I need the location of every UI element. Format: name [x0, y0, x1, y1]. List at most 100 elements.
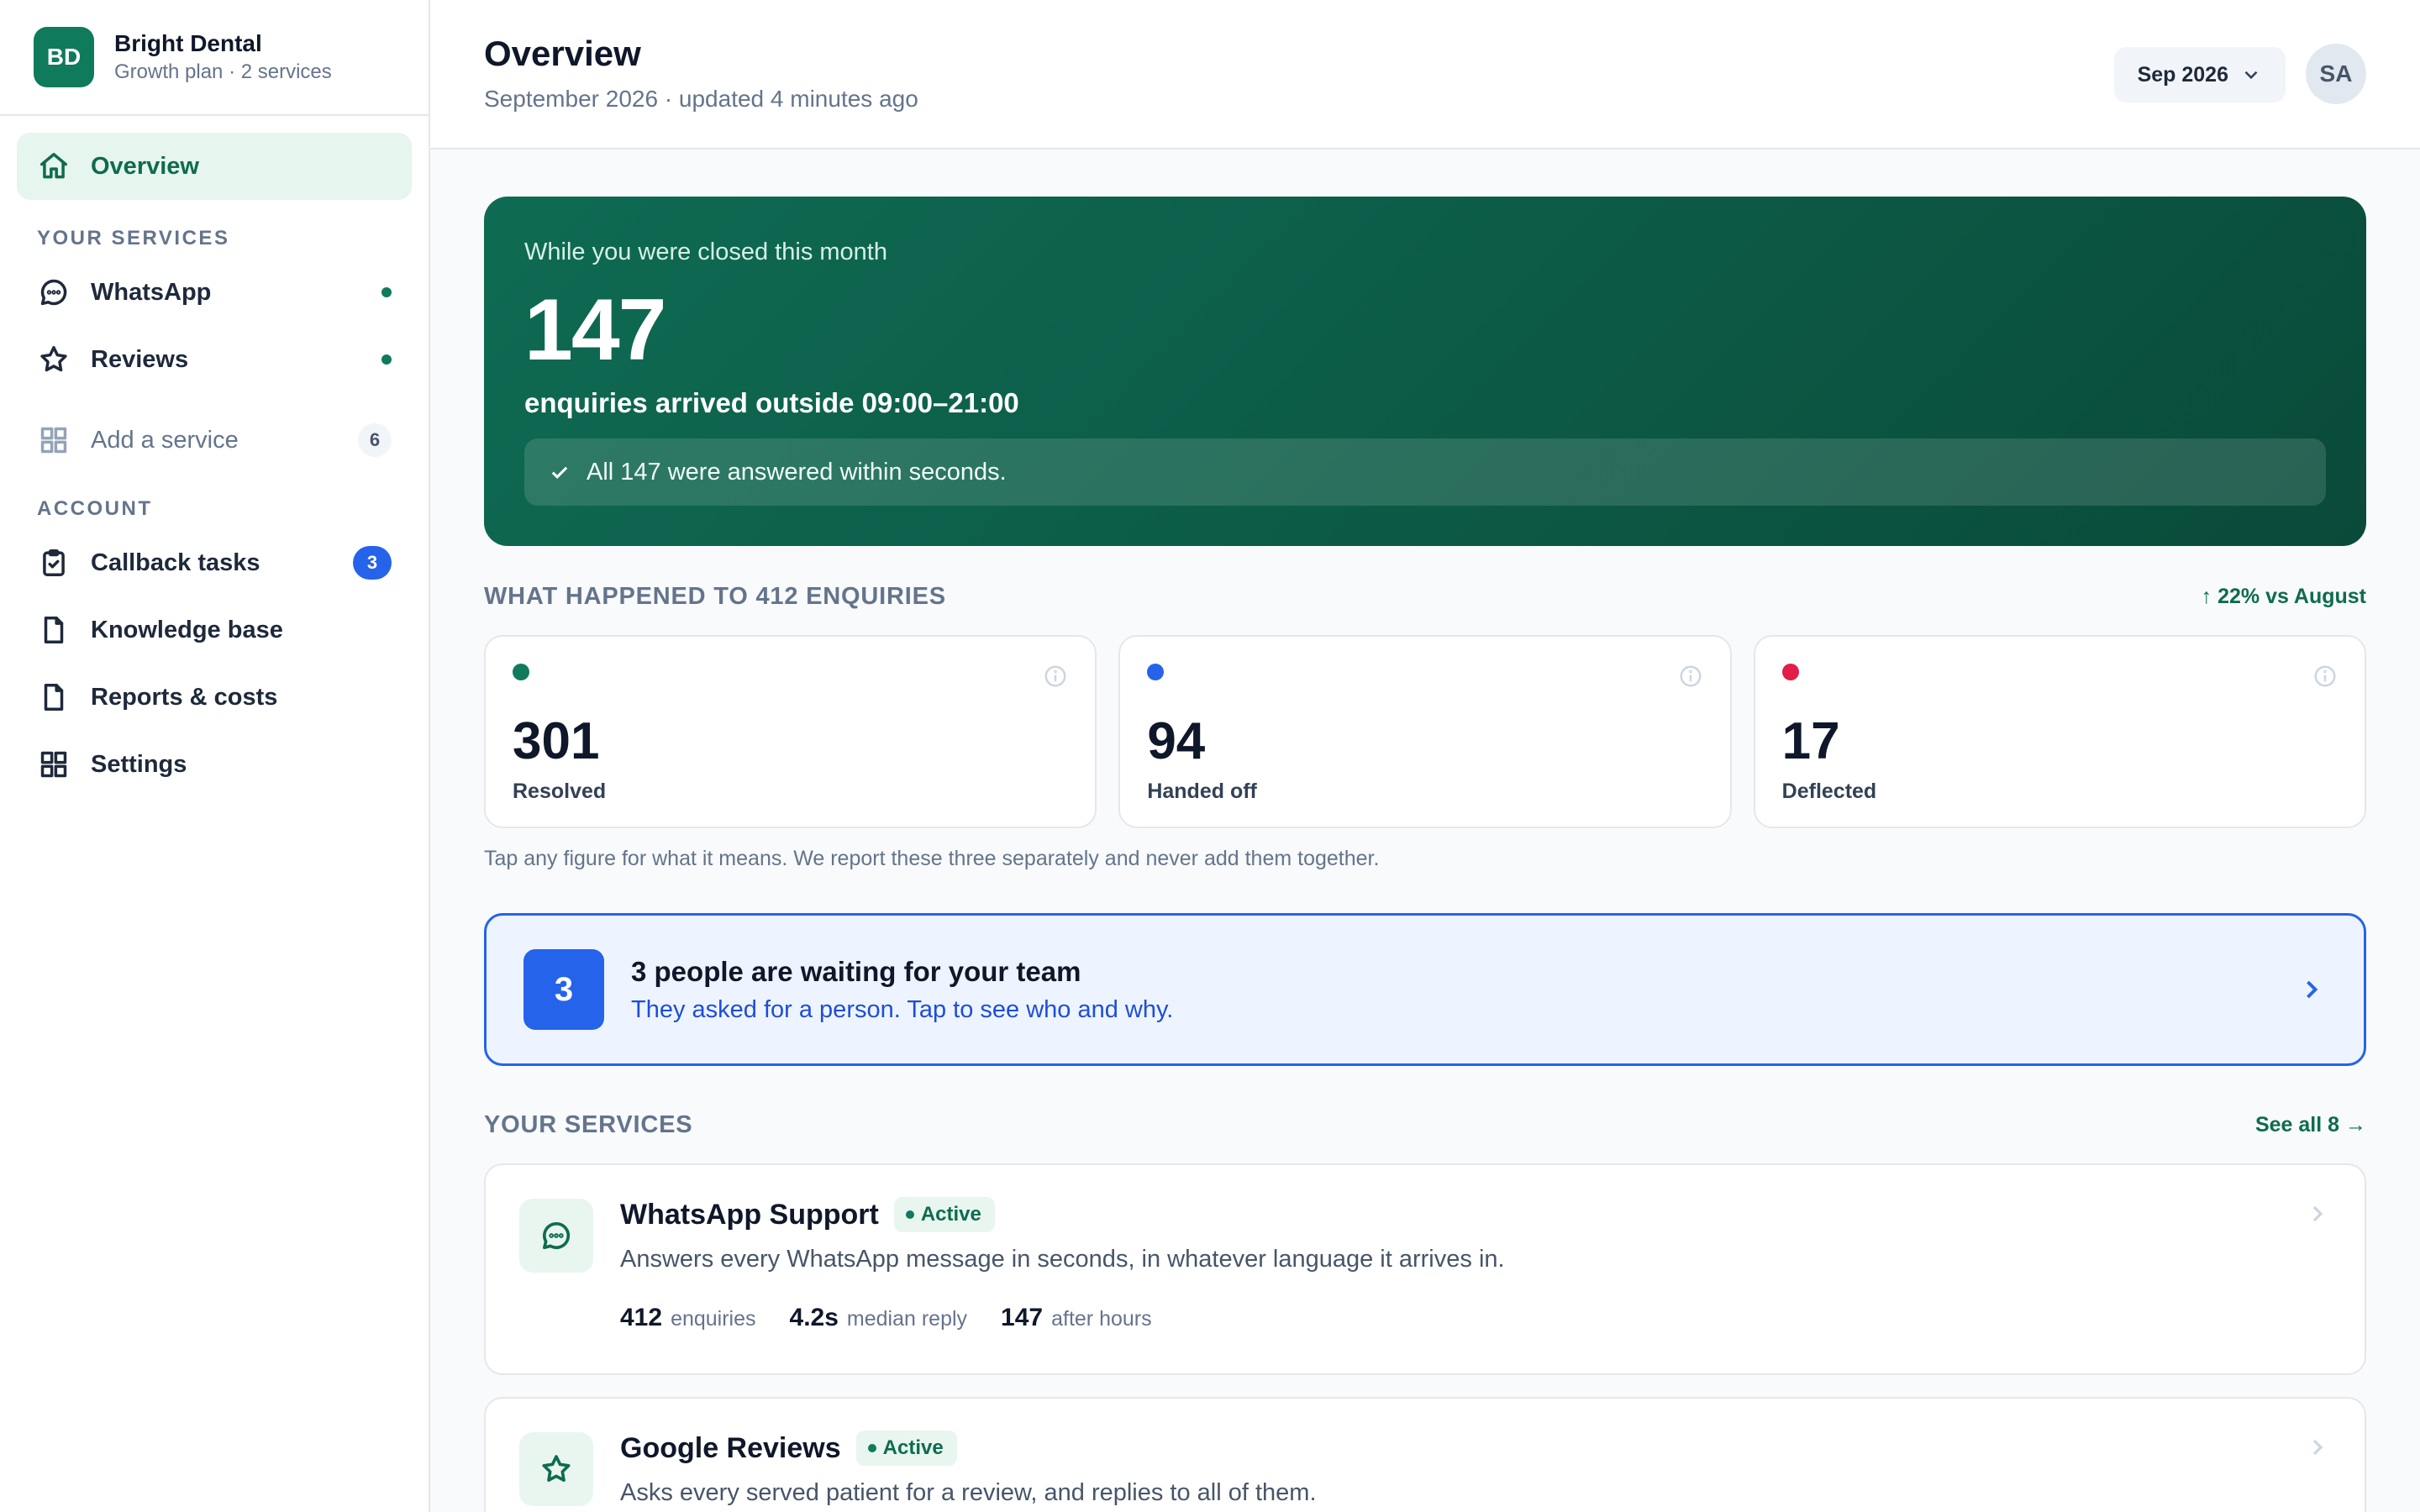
sidebar-item-label: WhatsApp	[91, 278, 212, 306]
metric-value: 147	[1001, 1304, 1044, 1331]
chevron-right-icon	[2296, 974, 2327, 1005]
app: BD Bright Dental Growth plan · 2 service…	[0, 0, 2420, 1512]
waiting-title: 3 people are waiting for your team	[631, 955, 1081, 987]
enquiries-section-header: WHAT HAPPENED TO 412 ENQUIRIES ↑ 22% vs …	[484, 580, 2366, 613]
star-icon	[519, 1432, 593, 1506]
metric-label: median reply	[846, 1307, 968, 1331]
topbar: Overview September 2026 · updated 4 minu…	[430, 0, 2420, 150]
stat-value: 17	[1781, 712, 1840, 770]
home-icon	[37, 150, 71, 183]
section-label-services: YOUR SERVICES	[37, 227, 230, 249]
brand-text: Bright Dental Growth plan · 2 services	[114, 30, 332, 84]
status-dot	[905, 1210, 914, 1219]
sidebar-item-reviews[interactable]: Reviews	[17, 326, 412, 393]
grid-icon	[37, 423, 71, 457]
service-name: Google Reviews	[620, 1431, 841, 1464]
main-content: Overview September 2026 · updated 4 minu…	[430, 0, 2420, 1512]
stat-label: Resolved	[513, 780, 607, 803]
stat-value: 301	[513, 712, 600, 770]
grid-icon	[37, 748, 71, 781]
chevron-right-icon	[2304, 1434, 2331, 1461]
content: While you were closed this month 147 enq…	[430, 150, 2420, 1512]
section-label-account: ACCOUNT	[37, 497, 153, 520]
status-badge: Active	[855, 1431, 957, 1466]
sidebar-item-add-service[interactable]: Add a service 6	[17, 407, 412, 474]
stat-card-deflected[interactable]: 17 Deflected	[1753, 635, 2366, 828]
sidebar-item-whatsapp[interactable]: WhatsApp	[17, 259, 412, 326]
stat-card-resolved[interactable]: 301 Resolved	[484, 635, 1097, 828]
sidebar-item-label: Reviews	[91, 345, 189, 373]
waiting-callout[interactable]: 3 3 people are waiting for your team The…	[484, 913, 2366, 1066]
tasks-count-badge: 3	[353, 546, 392, 580]
sidebar-item-label: Settings	[91, 750, 187, 778]
waiting-count: 3	[523, 949, 604, 1030]
sidebar-item-label: Add a service	[91, 426, 239, 454]
month-select-value: Sep 2026	[2137, 62, 2228, 87]
sidebar-item-settings[interactable]: Settings	[17, 731, 412, 798]
metric-value: 4.2s	[789, 1304, 839, 1331]
stat-row: 301 Resolved 94 Handed off 17 Deflected	[484, 635, 2366, 828]
avatar[interactable]: SA	[2306, 44, 2366, 104]
chat-icon	[519, 1199, 593, 1273]
info-icon[interactable]	[1043, 664, 1068, 689]
hero-number: 147	[524, 281, 667, 379]
page-title: Overview	[484, 34, 641, 73]
clipboard-icon	[37, 546, 71, 580]
sidebar-item-label: Knowledge base	[91, 616, 283, 643]
metric-after-hours: 147 after hours	[1001, 1304, 1152, 1332]
status-dot	[1781, 664, 1799, 680]
metric-label: after hours	[1051, 1307, 1152, 1331]
star-icon	[37, 343, 71, 376]
service-header: WhatsApp Support Active	[620, 1197, 2331, 1232]
brand[interactable]: BD Bright Dental Growth plan · 2 service…	[0, 0, 429, 116]
status-badge-label: Active	[882, 1436, 944, 1459]
metric-enquiries: 412 enquiries	[620, 1304, 756, 1332]
waiting-subtitle: They asked for a person. Tap to see who …	[631, 995, 1174, 1023]
sidebar-item-label: Overview	[91, 152, 199, 180]
brand-name: Bright Dental	[114, 30, 262, 56]
available-count-chip: 6	[358, 423, 392, 457]
active-status-dot	[381, 354, 392, 365]
service-card-google-reviews[interactable]: Google Reviews Active Asks every served …	[484, 1397, 2366, 1512]
metric-value: 412	[620, 1304, 663, 1331]
enquiries-section-title: WHAT HAPPENED TO 412 ENQUIRIES	[484, 582, 946, 610]
service-metrics: 412 enquiries 4.2s median reply 147 afte…	[620, 1304, 2331, 1332]
brand-logo: BD	[34, 27, 94, 87]
sidebar-item-reports-costs[interactable]: Reports & costs	[17, 664, 412, 731]
metric-label: enquiries	[671, 1307, 756, 1331]
info-icon[interactable]	[2312, 664, 2338, 689]
stat-footnote: Tap any figure for what it means. We rep…	[484, 847, 1380, 870]
sidebar-item-callback-tasks[interactable]: Callback tasks 3	[17, 529, 412, 596]
sidebar: BD Bright Dental Growth plan · 2 service…	[0, 0, 430, 1512]
status-dot	[513, 664, 529, 680]
sidebar-item-knowledge-base[interactable]: Knowledge base	[17, 596, 412, 664]
check-icon	[551, 466, 568, 479]
stat-label: Deflected	[1781, 780, 1877, 803]
hero-note-text: All 147 were answered within seconds.	[587, 458, 1007, 486]
stat-label: Handed off	[1147, 780, 1257, 803]
trend-indicator: ↑ 22% vs August	[2201, 584, 2366, 608]
after-hours-hero: While you were closed this month 147 enq…	[484, 197, 2366, 546]
info-icon[interactable]	[1678, 664, 1703, 689]
document-icon	[37, 613, 71, 647]
service-card-whatsapp[interactable]: WhatsApp Support Active Answers every Wh…	[484, 1163, 2366, 1375]
status-badge-label: Active	[920, 1203, 981, 1226]
status-dot	[1147, 664, 1165, 680]
active-status-dot	[381, 287, 392, 297]
services-section-title: YOUR SERVICES	[484, 1110, 693, 1138]
chevron-down-icon	[2244, 71, 2258, 80]
service-name: WhatsApp Support	[620, 1198, 879, 1231]
brand-plan: Growth plan · 2 services	[114, 60, 332, 83]
stat-card-handed-off[interactable]: 94 Handed off	[1118, 635, 1732, 828]
month-select[interactable]: Sep 2026	[2113, 47, 2286, 102]
sidebar-item-overview[interactable]: Overview	[17, 133, 412, 200]
metric-median-reply: 4.2s median reply	[790, 1304, 968, 1332]
hero-kicker: While you were closed this month	[524, 239, 887, 265]
service-header: Google Reviews Active	[620, 1431, 2331, 1466]
document-icon	[37, 680, 71, 714]
hero-description: enquiries arrived outside 09:00–21:00	[524, 387, 1019, 418]
status-dot	[867, 1444, 876, 1452]
see-all-link[interactable]: See all 8 →	[2255, 1113, 2366, 1137]
service-description: Asks every served patient for a review, …	[620, 1479, 1317, 1506]
chevron-right-icon	[2304, 1200, 2331, 1227]
